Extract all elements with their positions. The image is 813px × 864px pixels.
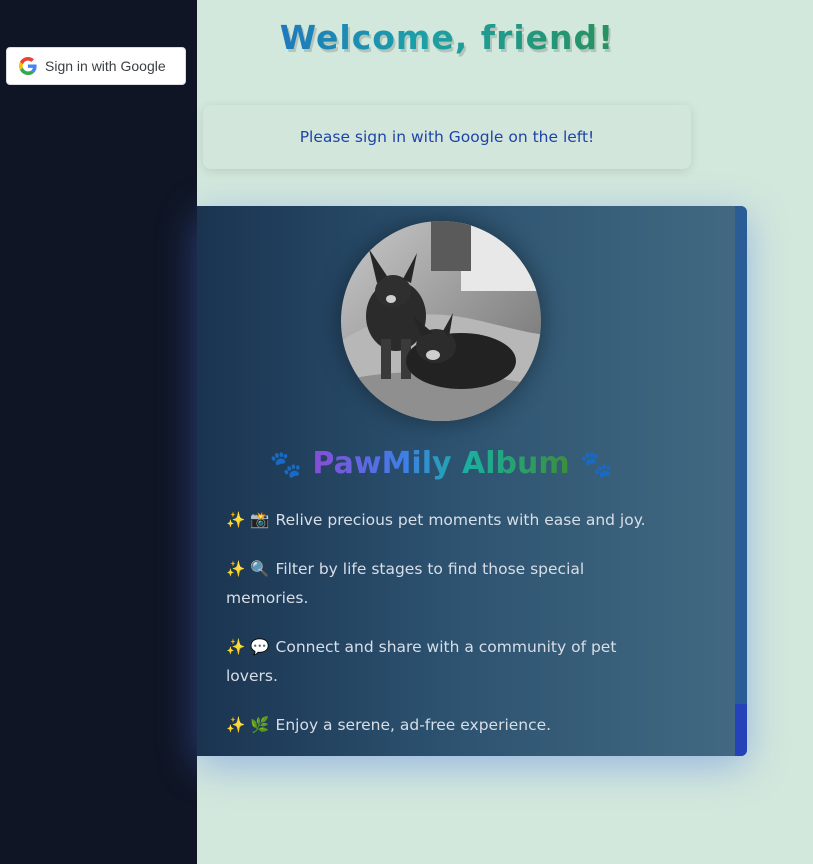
feature-item: ✨ 📸 Relive precious pet moments with ease… [226, 506, 666, 535]
paw-prints-icon: 🐾 [269, 449, 302, 480]
sparkles-camera-icon: ✨ 📸 [226, 511, 270, 529]
feature-item: ✨ 💬 Connect and share with a community of… [226, 633, 666, 691]
intro-card: 🐾 PawMily Album 🐾 ✨ 📸 Relive precious pet… [197, 206, 747, 756]
app-title-text: PawMily Album [312, 446, 570, 481]
sparkles-herb-icon: ✨ 🌿 [226, 716, 270, 734]
feature-text: Enjoy a serene, ad-free experience. [275, 716, 552, 734]
app-title: 🐾 PawMily Album 🐾 [197, 446, 685, 481]
sparkles-speech-bubble-icon: ✨ 💬 [226, 638, 270, 656]
sign-in-notice-text: Please sign in with Google on the left! [299, 128, 595, 146]
feature-item: ✨ 🔍 Filter by life stages to find those s… [226, 555, 666, 613]
paw-prints-icon: 🐾 [580, 449, 613, 480]
card-scrollbar-thumb[interactable] [735, 704, 747, 756]
feature-text: Relive precious pet moments with ease an… [275, 511, 646, 529]
feature-item: ✨ 🌿 Enjoy a serene, ad-free experience. [226, 711, 666, 740]
sidebar: Sign in with Google [0, 0, 197, 864]
feature-text: Filter by life stages to find those spec… [226, 560, 585, 607]
google-button-label: Sign in with Google [45, 58, 166, 74]
page-title: Welcome, friend! [197, 18, 697, 57]
sign-in-notice: Please sign in with Google on the left! [203, 105, 691, 169]
google-g-icon [19, 57, 37, 75]
feature-list: ✨ 📸 Relive precious pet moments with ease… [226, 506, 666, 756]
card-scrollbar[interactable] [735, 206, 747, 756]
sparkles-magnifier-icon: ✨ 🔍 [226, 560, 270, 578]
google-sign-in-button[interactable]: Sign in with Google [6, 47, 186, 85]
feature-text: Connect and share with a community of pe… [226, 638, 617, 685]
dogs-photo [341, 221, 541, 421]
